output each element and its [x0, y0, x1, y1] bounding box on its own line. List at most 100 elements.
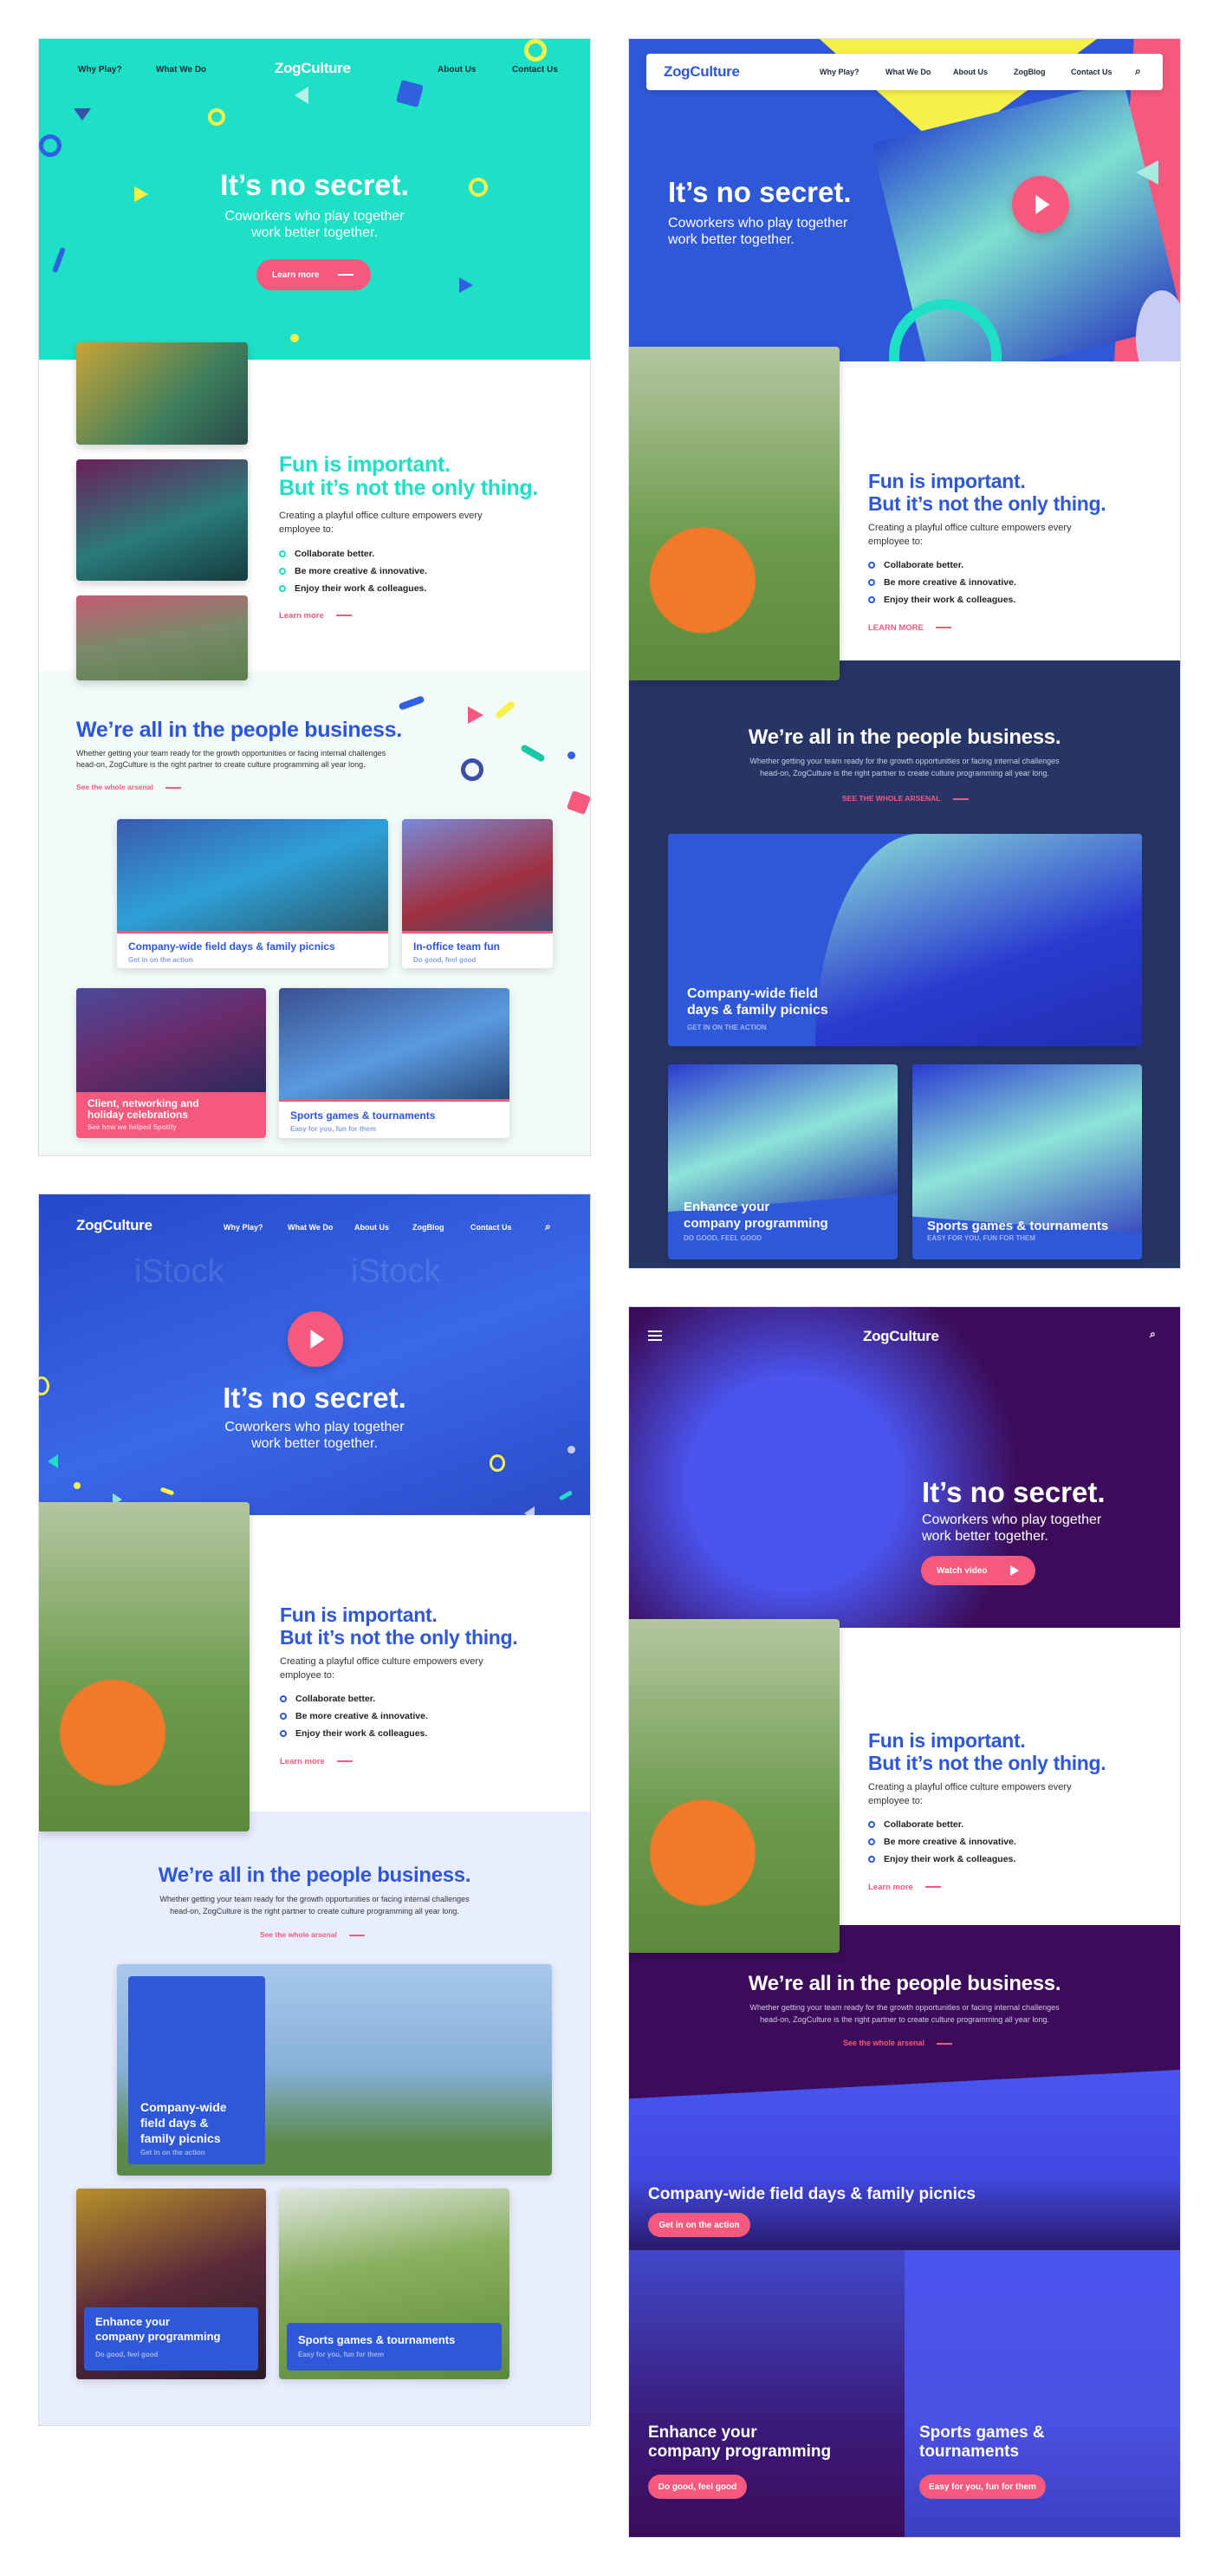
card-programming[interactable]: Enhance your company programming Do good…: [76, 2189, 266, 2379]
confetti-shape: [74, 1482, 81, 1489]
card-photo: [402, 819, 553, 933]
photo-foosball: [76, 459, 248, 581]
see-arsenal-link[interactable]: See the whole arsenal: [76, 783, 181, 791]
confetti-shape: [295, 87, 308, 104]
card-field-days[interactable]: Company-wide field days & family picnics…: [117, 819, 388, 968]
confetti-shape: [39, 134, 62, 157]
logo[interactable]: ZogCulture: [664, 63, 740, 81]
learn-more-link[interactable]: Learn more: [280, 1757, 353, 1766]
play-icon: [1010, 1565, 1019, 1576]
card-field-days[interactable]: Company-wide field days & family picnics…: [629, 2070, 1180, 2250]
card-subtitle: See how we helped Spotify: [88, 1123, 177, 1131]
hero-subtitle: Coworkers who play together work better …: [668, 216, 848, 247]
nav-about-us[interactable]: About Us: [354, 1223, 389, 1232]
benefit-item: Collaborate better.: [279, 545, 427, 563]
nav-about-us[interactable]: About Us: [438, 65, 476, 75]
search-icon[interactable]: ⌕: [1135, 65, 1141, 78]
card-programming[interactable]: Enhance your company programming DO GOOD…: [668, 1064, 898, 1259]
see-arsenal-link[interactable]: SEE THE WHOLE ARSENAL: [842, 794, 969, 803]
card-photo: [668, 1064, 898, 1212]
card-subtitle: Easy for you, fun for them: [298, 2351, 385, 2358]
nav-what-we-do[interactable]: What We Do: [885, 68, 931, 76]
design-variant-blue-navy: ZogCulture Why Play? What We Do About Us…: [629, 39, 1180, 1268]
card-title: Company-wide field days & family picnics: [648, 2185, 976, 2203]
card-subtitle: Get in on the action: [140, 2149, 205, 2156]
card-sports[interactable]: Sports games & tournaments Easy for you,…: [279, 2189, 509, 2379]
nav-zogblog[interactable]: ZogBlog: [412, 1223, 444, 1232]
logo[interactable]: ZogCulture: [76, 1217, 152, 1234]
search-icon[interactable]: ⌕: [1150, 1328, 1156, 1341]
card-field-days[interactable]: Company-wide field days & family picnics…: [668, 834, 1142, 1046]
see-arsenal-link[interactable]: See the whole arsenal: [260, 1930, 365, 1939]
nav-contact-us[interactable]: Contact Us: [1071, 68, 1112, 76]
card-subtitle: Do good, feel good: [413, 956, 477, 964]
confetti-shape: [520, 744, 546, 763]
hero-title: It’s no secret.: [922, 1476, 1106, 1508]
hero-subtitle: Coworkers who play together work better …: [224, 209, 405, 240]
nav-about-us[interactable]: About Us: [953, 68, 988, 76]
card-sports[interactable]: Sports games & tournaments EASY FOR YOU,…: [912, 1064, 1142, 1259]
bullet-icon: [279, 568, 286, 575]
card-sports[interactable]: Sports games & tournaments Easy for you,…: [905, 2250, 1180, 2537]
bullet-icon: [868, 1821, 875, 1828]
search-icon[interactable]: ⌕: [545, 1220, 551, 1233]
arrow-line-icon: [924, 1886, 941, 1889]
do-good-button[interactable]: Do good, feel good: [648, 2475, 747, 2499]
card-title: In-office team fun: [413, 940, 501, 953]
learn-more-link[interactable]: Learn more: [868, 1883, 941, 1892]
people-title: We’re all in the people business.: [748, 725, 1061, 749]
nav-why-play[interactable]: Why Play?: [820, 68, 859, 76]
bullet-icon: [279, 585, 286, 592]
learn-more-link[interactable]: LEARN MORE: [868, 623, 951, 633]
confetti-shape: [568, 751, 575, 759]
play-video-button[interactable]: [288, 1311, 343, 1367]
photo-space-hopper: [629, 347, 840, 680]
card-title: Sports games & tournaments: [298, 2333, 456, 2346]
confetti-shape: [398, 695, 425, 711]
card-programming[interactable]: Enhance your company programming Do good…: [629, 2250, 905, 2537]
hero-section: iStock iStock ZogCulture Why Play? What …: [39, 1194, 590, 1515]
people-title: We’re all in the people business.: [158, 1864, 471, 1887]
play-video-button[interactable]: [1012, 176, 1069, 233]
nav-why-play[interactable]: Why Play?: [224, 1223, 263, 1232]
stock-watermark: iStock: [134, 1253, 224, 1290]
nav-why-play[interactable]: Why Play?: [78, 65, 122, 75]
confetti-shape: [1136, 160, 1158, 185]
see-arsenal-link[interactable]: See the whole arsenal: [843, 2039, 953, 2047]
card-photo: [815, 834, 1142, 1046]
card-celebrations[interactable]: Client, networking and holiday celebrati…: [76, 988, 266, 1138]
logo[interactable]: ZogCulture: [275, 60, 351, 77]
get-in-action-button[interactable]: Get in on the action: [648, 2213, 750, 2237]
nav-what-we-do[interactable]: What We Do: [288, 1223, 333, 1232]
watch-video-button[interactable]: Watch video: [921, 1556, 1035, 1585]
arrow-line-icon: [336, 1760, 353, 1763]
card-photo: [912, 1064, 1142, 1233]
card-in-office[interactable]: In-office team fun Do good, feel good: [402, 819, 553, 968]
confetti-shape: [566, 790, 590, 816]
nav-zogblog[interactable]: ZogBlog: [1014, 68, 1046, 76]
card-field-days[interactable]: Company-wide field days & family picnics…: [117, 1964, 552, 2176]
card-title: Client, networking and holiday celebrati…: [88, 1097, 199, 1121]
learn-more-button[interactable]: Learn more: [256, 259, 371, 290]
arrow-line-icon: [335, 615, 352, 617]
benefit-item: Enjoy their work & colleagues.: [279, 580, 427, 597]
easy-for-you-button[interactable]: Easy for you, fun for them: [919, 2475, 1046, 2499]
arrow-line-icon: [952, 797, 969, 800]
nav-contact-us[interactable]: Contact Us: [470, 1223, 512, 1232]
card-title: Company-wide field days & family picnics: [687, 986, 828, 1018]
card-subtitle: Do good, feel good: [95, 2351, 159, 2358]
nav-what-we-do[interactable]: What We Do: [156, 65, 206, 75]
hero-title: It’s no secret.: [223, 1382, 406, 1414]
benefit-item: Be more creative & innovative.: [868, 574, 1016, 591]
confetti-shape: [494, 699, 516, 720]
hamburger-icon[interactable]: [648, 1330, 662, 1341]
card-subtitle: GET IN ON THE ACTION: [687, 1024, 767, 1031]
learn-more-link[interactable]: Learn more: [279, 611, 352, 621]
stock-watermark: iStock: [351, 1253, 441, 1290]
logo[interactable]: ZogCulture: [863, 1328, 939, 1345]
card-sports[interactable]: Sports games & tournaments Easy for you,…: [279, 988, 509, 1138]
nav-contact-us[interactable]: Contact Us: [512, 65, 558, 75]
fun-body: Creating a playful office culture empowe…: [868, 523, 1072, 547]
benefit-item: Collaborate better.: [280, 1690, 428, 1708]
people-title: We’re all in the people business.: [76, 718, 402, 742]
